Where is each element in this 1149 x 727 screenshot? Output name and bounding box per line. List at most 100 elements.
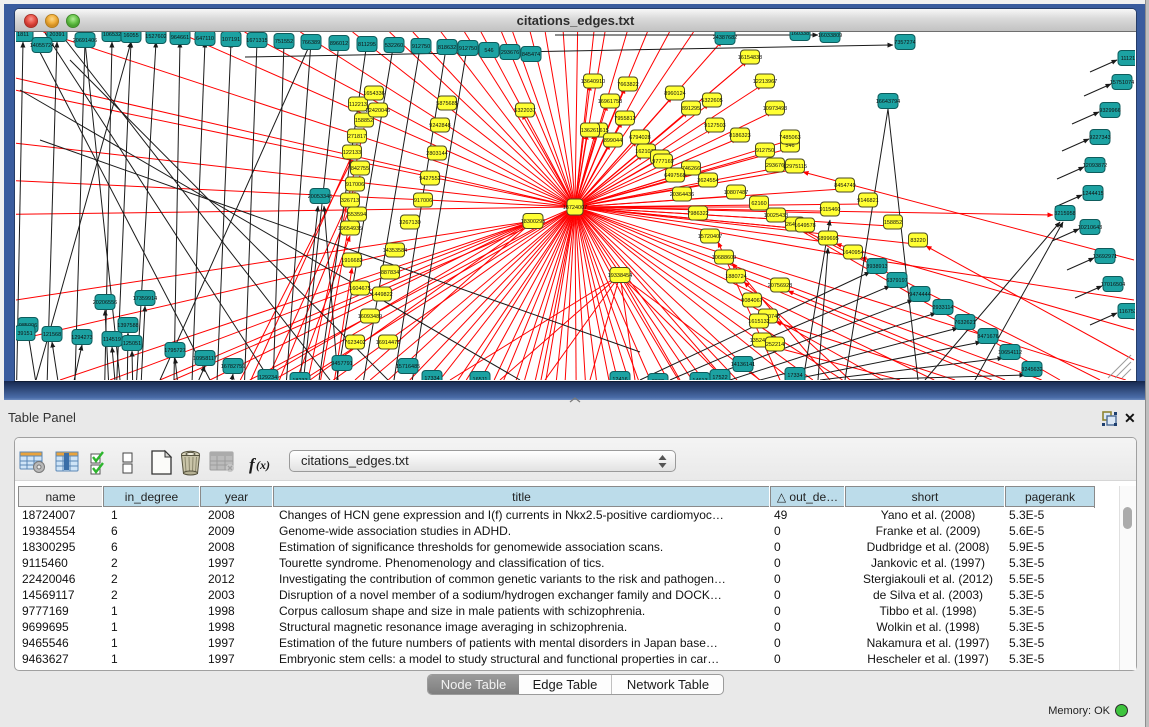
svg-text:39151: 39151 [17,331,32,337]
svg-text:5875685: 5875685 [436,101,457,107]
svg-text:1449822: 1449822 [371,292,392,298]
svg-text:16511: 16511 [473,377,488,380]
svg-text:14353584: 14353584 [383,248,407,254]
svg-text:1795727: 1795727 [164,348,185,354]
svg-text:20391: 20391 [49,32,64,38]
svg-text:8938913: 8938913 [866,264,887,270]
svg-text:15720407: 15720407 [698,234,722,240]
svg-text:19654935: 19654935 [338,226,362,232]
svg-text:16643794: 16643794 [876,99,900,105]
svg-text:818632: 818632 [438,45,456,51]
svg-text:6794028: 6794028 [629,135,650,141]
svg-text:9777169: 9777169 [652,159,673,165]
svg-text:14136141: 14136141 [731,362,755,368]
svg-text:1604675: 1604675 [349,286,370,292]
svg-text:158852: 158852 [884,220,902,226]
svg-text:326713: 326713 [341,198,359,204]
svg-text:8471676: 8471676 [977,334,998,340]
svg-text:293676: 293676 [766,163,784,169]
svg-text:14055724: 14055724 [30,43,54,49]
svg-text:10654112: 10654112 [998,350,1022,356]
svg-text:83220: 83220 [910,238,925,244]
svg-text:22420046: 22420046 [366,108,390,114]
svg-text:12416: 12416 [612,377,627,380]
svg-text:899044: 899044 [604,138,622,144]
svg-text:13692971: 13692971 [1093,254,1117,260]
svg-text:1640954: 1640954 [842,250,863,256]
svg-text:106532: 106532 [103,32,121,38]
svg-text:16055: 16055 [123,33,138,39]
svg-text:17016504: 17016504 [1101,282,1125,288]
svg-text:18300295: 18300295 [521,219,545,225]
svg-text:17334: 17334 [787,373,802,379]
svg-text:13640910: 13640910 [581,79,605,85]
svg-text:1615132: 1615132 [748,319,769,325]
svg-text:9127503: 9127503 [704,123,725,129]
svg-text:20364436: 20364436 [670,192,694,198]
svg-text:10210643: 10210643 [1078,225,1102,231]
svg-text:1654336: 1654336 [363,91,384,97]
svg-text:917006: 917006 [346,182,364,188]
svg-text:1244415: 1244415 [1082,191,1103,197]
svg-text:112213: 112213 [349,102,367,108]
svg-text:9474444: 9474444 [909,292,930,298]
svg-text:5322605: 5322605 [701,98,722,104]
svg-text:751552: 751552 [275,39,293,45]
svg-text:1916682: 1916682 [341,258,362,264]
svg-text:1880724: 1880724 [725,274,746,280]
svg-text:9457791: 9457791 [331,361,352,367]
svg-text:16782759: 16782759 [221,364,245,370]
svg-text:917006: 917006 [414,198,432,204]
svg-text:20206556: 20206556 [93,300,117,306]
svg-text:891295: 891295 [682,106,700,112]
svg-text:9084067: 9084067 [741,298,762,304]
svg-text:15751074: 15751074 [1110,80,1134,86]
svg-text:8454749: 8454749 [834,183,855,189]
svg-text:10807487: 10807487 [724,190,748,196]
svg-text:24387682: 24387682 [713,35,737,41]
svg-text:7663822: 7663822 [617,82,638,88]
svg-text:16154838: 16154838 [738,55,762,61]
svg-text:9329966: 9329966 [1099,108,1120,114]
svg-text:912750: 912750 [756,148,774,154]
svg-text:3624554: 3624554 [697,178,718,184]
svg-text:16914479: 16914479 [376,340,400,346]
svg-text:18724007: 18724007 [563,205,587,211]
svg-text:17522: 17522 [712,375,727,380]
svg-text:20691406: 20691406 [73,38,97,44]
svg-text:7955812: 7955812 [614,116,635,122]
svg-text:6497568: 6497568 [664,173,685,179]
svg-text:811295: 811295 [358,42,376,48]
svg-text:125051: 125051 [123,341,141,347]
svg-text:(x): (x) [256,458,270,472]
svg-text:896012: 896012 [330,41,348,47]
svg-text:271817: 271817 [348,134,366,140]
svg-text:17359914: 17359914 [133,296,157,302]
svg-text:122133: 122133 [343,150,361,156]
svg-text:887834: 887834 [381,270,399,276]
svg-text:9902: 9902 [652,379,664,380]
svg-text:1671315: 1671315 [246,38,267,44]
svg-text:9245632: 9245632 [1021,367,1042,373]
svg-text:1811: 1811 [17,32,29,38]
svg-text:116753: 116753 [1119,309,1135,315]
svg-text:912750: 912750 [459,46,477,52]
svg-text:647110: 647110 [196,36,214,42]
svg-text:15716485: 15716485 [396,364,420,370]
svg-text:18233: 18233 [292,378,307,380]
svg-text:11121: 11121 [1121,56,1135,62]
svg-text:20053346: 20053346 [308,194,332,200]
svg-text:3215958: 3215958 [1054,211,1075,217]
svg-text:6899695: 6899695 [817,236,838,242]
svg-text:7986322: 7986322 [687,211,708,217]
svg-text:1649578: 1649578 [794,223,815,229]
svg-text:964661: 964661 [171,35,189,41]
svg-text:8186323: 8186323 [729,133,750,139]
svg-text:5322037: 5322037 [514,108,535,114]
svg-text:2933114: 2933114 [932,305,953,311]
svg-text:16093489: 16093489 [358,314,382,320]
svg-text:7357274: 7357274 [894,40,915,46]
svg-text:62160: 62160 [751,201,766,207]
svg-text:14613: 14613 [692,378,707,380]
svg-text:10973493: 10973493 [763,106,787,112]
